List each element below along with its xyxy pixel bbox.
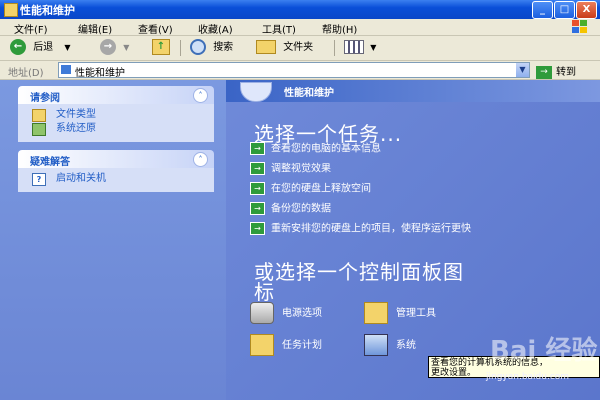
task-arrow-icon: →: [250, 142, 265, 155]
folders-button[interactable]: 文件夹: [256, 39, 313, 57]
task-link[interactable]: → 备份您的数据: [250, 202, 331, 216]
folder-icon: [256, 40, 276, 54]
task-link[interactable]: → 重新安排您的硬盘上的项目，使程序运行更快: [250, 222, 471, 236]
cp-power-options-label: 电源选项: [282, 308, 322, 319]
toolbar-separator: [334, 40, 335, 56]
troubleshoot-panel: 疑难解答 ˄ ? 启动和关机: [18, 150, 214, 192]
views-dropdown-icon[interactable]: ▼: [370, 43, 376, 52]
back-dropdown-icon[interactable]: ▼: [64, 43, 70, 52]
cp-heading-line1: 或选择一个控制面板图: [254, 260, 464, 284]
address-dropdown-icon[interactable]: ▼: [516, 63, 529, 77]
menu-bar: 文件(F) 编辑(E) 查看(V) 收藏(A) 工具(T) 帮助(H): [0, 19, 600, 36]
close-button[interactable]: X: [576, 1, 597, 19]
title-bar[interactable]: 性能和维护 _ □ X: [0, 0, 600, 19]
link-file-types-label: 文件类型: [56, 109, 96, 120]
address-bar: 地址(D) 性能和维护 ▼ → 转到: [0, 61, 600, 80]
see-also-header[interactable]: 请参阅 ˄: [18, 86, 214, 104]
back-arrow-icon: ←: [10, 39, 26, 55]
search-button[interactable]: 搜索: [190, 39, 233, 57]
toolbar-separator: [180, 40, 181, 56]
cp-scheduled-tasks-label: 任务计划: [282, 340, 322, 351]
go-label: 转到: [556, 67, 576, 78]
views-icon: [344, 40, 364, 54]
cp-scheduled-tasks[interactable]: 任务计划: [250, 334, 322, 356]
cp-system[interactable]: 系统: [364, 334, 416, 356]
link-startup-shutdown-label: 启动和关机: [56, 173, 106, 184]
forward-button[interactable]: → ▼: [100, 39, 129, 57]
cp-power-options[interactable]: 电源选项: [250, 302, 322, 324]
task-link[interactable]: → 调整视觉效果: [250, 162, 331, 176]
menu-view[interactable]: 查看(V): [138, 21, 173, 36]
cp-admin-tools-label: 管理工具: [396, 308, 436, 319]
task-arrow-icon: →: [250, 182, 265, 195]
system-restore-icon: [32, 123, 46, 136]
collapse-chevron-icon[interactable]: ˄: [193, 152, 208, 167]
address-label: 地址(D): [8, 68, 44, 79]
windows-logo-icon: [572, 20, 588, 34]
task-label: 调整视觉效果: [271, 163, 331, 175]
folders-label: 文件夹: [283, 42, 314, 53]
task-link[interactable]: → 在您的硬盘上释放空间: [250, 182, 371, 196]
link-startup-shutdown[interactable]: ? 启动和关机: [18, 172, 214, 186]
search-label: 搜索: [213, 42, 234, 53]
link-file-types[interactable]: 文件类型: [18, 108, 214, 122]
go-button[interactable]: → 转到: [536, 63, 576, 79]
task-arrow-icon: →: [250, 222, 265, 235]
task-pane: 请参阅 ˄ 文件类型 系统还原 疑难解答 ˄ ? 启动和关机: [0, 80, 226, 400]
address-value: 性能和维护: [75, 68, 125, 79]
file-types-icon: [32, 109, 46, 122]
cp-system-label: 系统: [396, 340, 416, 351]
up-folder-button[interactable]: ↑: [152, 39, 170, 57]
back-button[interactable]: ← 后退 ▼: [10, 39, 71, 57]
control-panel-icon: [61, 65, 71, 74]
system-computer-icon: [364, 334, 388, 356]
task-arrow-icon: →: [250, 202, 265, 215]
search-icon: [190, 39, 206, 55]
window-title: 性能和维护: [20, 4, 75, 17]
cp-heading-line2: 标: [254, 280, 275, 304]
power-plug-icon: [250, 302, 274, 324]
menu-favorites[interactable]: 收藏(A): [198, 21, 233, 36]
cp-admin-tools[interactable]: 管理工具: [364, 302, 436, 324]
menu-tools[interactable]: 工具(T): [262, 21, 296, 36]
performance-maintenance-icon: [240, 82, 272, 102]
troubleshoot-body: ? 启动和关机: [18, 168, 214, 192]
troubleshoot-title: 疑难解答: [30, 157, 70, 168]
toolbar: ← 后退 ▼ → ▼ ↑ 搜索 文件夹 ▼: [0, 36, 600, 61]
task-label: 备份您的数据: [271, 203, 331, 215]
category-header: 性能和维护: [226, 80, 600, 102]
link-system-restore[interactable]: 系统还原: [18, 122, 214, 136]
scheduled-tasks-icon: [250, 334, 274, 356]
task-link[interactable]: → 查看您的电脑的基本信息: [250, 142, 381, 156]
see-also-panel: 请参阅 ˄ 文件类型 系统还原: [18, 86, 214, 142]
back-label: 后退: [33, 42, 54, 53]
watermark-brand: Bai 经验: [490, 336, 598, 366]
go-arrow-icon: →: [536, 65, 552, 79]
troubleshoot-header[interactable]: 疑难解答 ˄: [18, 150, 214, 168]
link-system-restore-label: 系统还原: [56, 123, 96, 134]
task-label: 在您的硬盘上释放空间: [271, 183, 371, 195]
forward-arrow-icon: →: [100, 39, 116, 55]
task-label: 重新安排您的硬盘上的项目，使程序运行更快: [271, 223, 471, 235]
watermark-url: jingyan.baidu.com: [486, 372, 570, 382]
category-title: 性能和维护: [284, 88, 334, 99]
minimize-button[interactable]: _: [532, 1, 553, 19]
address-input[interactable]: 性能和维护 ▼: [58, 62, 530, 79]
menu-help[interactable]: 帮助(H): [322, 21, 357, 36]
admin-tools-icon: [364, 302, 388, 324]
help-icon: ?: [32, 173, 46, 186]
task-label: 查看您的电脑的基本信息: [271, 143, 381, 155]
up-folder-icon: ↑: [152, 39, 170, 55]
forward-dropdown-icon[interactable]: ▼: [123, 43, 129, 52]
views-button[interactable]: ▼: [344, 39, 376, 57]
task-arrow-icon: →: [250, 162, 265, 175]
see-also-title: 请参阅: [30, 93, 60, 104]
see-also-body: 文件类型 系统还原: [18, 104, 214, 142]
maximize-button[interactable]: □: [554, 1, 575, 19]
menu-file[interactable]: 文件(F): [14, 21, 48, 36]
menu-edit[interactable]: 编辑(E): [78, 21, 112, 36]
folder-icon: [4, 3, 18, 17]
collapse-chevron-icon[interactable]: ˄: [193, 88, 208, 103]
